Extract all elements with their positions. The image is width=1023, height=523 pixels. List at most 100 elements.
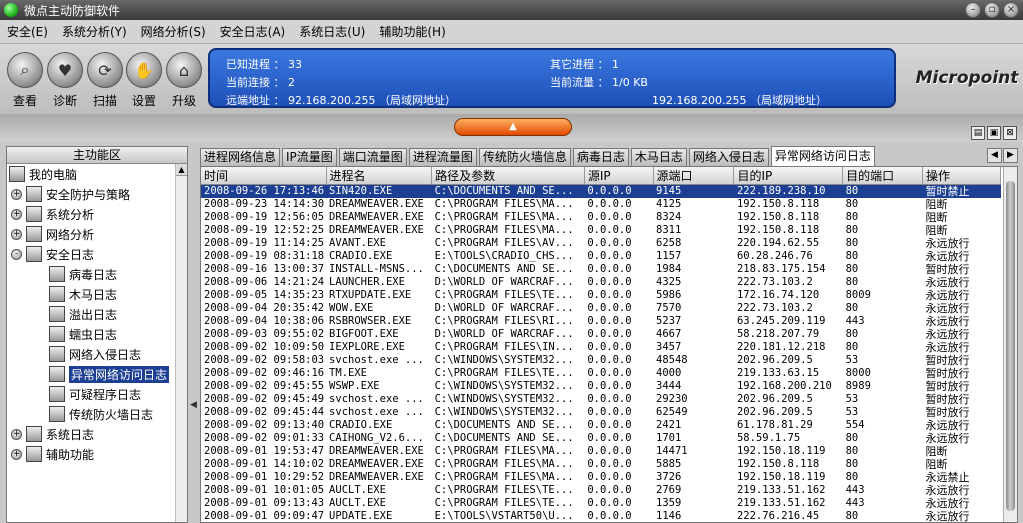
column-header[interactable]: 操作 <box>922 167 1001 185</box>
tab[interactable]: 木马日志 <box>630 148 687 166</box>
table-row[interactable]: 2008-09-01 10:29:52 DREAMWEAVER.EXE C:\PRO… <box>201 471 1001 484</box>
tree-item[interactable]: + 系统日志 <box>11 424 94 444</box>
table-row[interactable]: 2008-09-02 09:58:03 svchost.exe ... C:\WIN… <box>201 354 1001 367</box>
table-row[interactable]: 2008-09-19 08:31:18 CRADIO.EXE E:\TOOLS\CR… <box>201 250 1001 263</box>
table-row[interactable]: 2008-09-19 12:56:05 DREAMWEAVER.EXE C:\PRO… <box>201 211 1001 224</box>
table-row[interactable]: 2008-09-02 09:45:44 svchost.exe ... C:\WIN… <box>201 406 1001 419</box>
column-header[interactable]: 路径及参数 <box>431 167 585 185</box>
settings-button[interactable]: ✋ 设置 <box>125 52 163 109</box>
table-row[interactable]: 2008-09-03 09:55:02 BIGFOOT.EXE D:\WORLD O… <box>201 328 1001 341</box>
table-row[interactable]: 2008-09-04 20:35:42 WOW.EXE D:\WORLD OF WA… <box>201 302 1001 315</box>
table-row[interactable]: 2008-09-05 14:35:23 RTXUPDATE.EXE C:\PROGR… <box>201 289 1001 302</box>
column-header[interactable]: 目的端口 <box>842 167 924 185</box>
table-row[interactable]: 2008-09-01 14:10:02 DREAMWEAVER.EXE C:\PRO… <box>201 458 1001 471</box>
tab[interactable]: 异常网络访问日志 <box>770 146 875 166</box>
column-header[interactable]: 时间 <box>201 167 327 185</box>
column-header[interactable]: 源端口 <box>653 167 735 185</box>
table-row[interactable]: 2008-09-02 09:46:16 TM.EXE C:\PROGRAM FILE… <box>201 367 1001 380</box>
expand-icon[interactable]: + <box>11 228 22 240</box>
collapse-left-icon[interactable]: ◀ <box>190 400 197 410</box>
table-row[interactable]: 2008-09-06 14:21:24 LAUNCHER.EXE D:\WORLD … <box>201 276 1001 289</box>
tab-scroll-left-button[interactable]: ◀ <box>987 148 1002 163</box>
table-row[interactable]: 2008-09-02 09:45:55 WSWP.EXE C:\WINDOWS\SY… <box>201 380 1001 393</box>
tree-item[interactable]: 木马日志 <box>49 284 117 304</box>
table-row[interactable]: 2008-09-01 09:13:43 AUCLT.EXE C:\PROGRAM F… <box>201 497 1001 510</box>
column-header[interactable]: 源IP <box>584 167 654 185</box>
minimize-button[interactable]: – <box>965 2 981 18</box>
upgrade-button[interactable]: ⌂ 升级 <box>165 52 203 109</box>
table-cell: 2008-09-06 14:21:24 <box>204 276 325 288</box>
column-header[interactable]: 目的IP <box>733 167 844 185</box>
table-cell: 80 <box>845 341 859 353</box>
tab[interactable]: 病毒日志 <box>572 148 629 166</box>
table-cell: 2008-09-01 10:01:05 <box>204 484 325 496</box>
menu-network-analysis[interactable]: 网络分析(S) <box>134 23 213 40</box>
left-scrollbar[interactable]: ▲ <box>175 164 187 522</box>
tree-item[interactable]: 我的电脑 <box>9 164 77 184</box>
tree-item[interactable]: - 安全日志 <box>11 244 94 264</box>
table-row[interactable]: 2008-09-01 10:01:05 AUCLT.EXE C:\PROGRAM F… <box>201 484 1001 497</box>
table-cell: 2008-09-04 10:38:06 <box>204 315 325 327</box>
tab[interactable]: 端口流量图 <box>338 148 407 166</box>
tab[interactable]: 传统防火墙信息 <box>478 148 571 166</box>
tree-item[interactable]: + 安全防护与策略 <box>11 184 130 204</box>
menu-security[interactable]: 安全(E) <box>0 23 55 40</box>
tree-item[interactable]: 病毒日志 <box>49 264 117 284</box>
panel-splitter[interactable]: ◀ <box>189 146 199 523</box>
scroll-up-icon[interactable]: ▲ <box>176 164 187 176</box>
view-mode-3-button[interactable]: ⊠ <box>1003 126 1017 140</box>
tab[interactable]: IP流量图 <box>282 148 337 166</box>
tree-item[interactable]: 蠕虫日志 <box>49 324 117 344</box>
view-button[interactable]: ⌕ 查看 <box>6 52 44 109</box>
table-cell: C:\PROGRAM FILES\MA... <box>434 471 574 483</box>
table-scrollbar[interactable] <box>1003 167 1017 522</box>
menu-system-analysis[interactable]: 系统分析(Y) <box>55 23 134 40</box>
view-mode-2-button[interactable]: ▣ <box>987 126 1001 140</box>
table-row[interactable]: 2008-09-19 12:52:25 DREAMWEAVER.EXE C:\PRO… <box>201 224 1001 237</box>
expand-icon[interactable]: + <box>11 208 22 220</box>
table-row[interactable]: 2008-09-26 17:13:46 SIN420.EXE C:\DOCUMENT… <box>201 184 1001 198</box>
close-button[interactable]: × <box>1003 2 1019 18</box>
table-row[interactable]: 2008-09-01 09:09:47 UPDATE.EXE E:\TOOLS\VS… <box>201 510 1001 522</box>
table-row[interactable]: 2008-09-02 10:09:50 IEXPLORE.EXE C:\PROGRA… <box>201 341 1001 354</box>
tree-item[interactable]: + 系统分析 <box>11 204 94 224</box>
table-cell: C:\PROGRAM FILES\MA... <box>434 445 574 457</box>
table-cell: 29230 <box>656 393 688 405</box>
expand-icon[interactable]: + <box>11 428 22 440</box>
tree-item[interactable]: + 辅助功能 <box>11 444 94 464</box>
tab[interactable]: 网络入侵日志 <box>688 148 769 166</box>
table-row[interactable]: 2008-09-02 09:01:33 CAIHONG_V2.6... C:\DOC… <box>201 432 1001 445</box>
tree-item[interactable]: 传统防火墙日志 <box>49 404 153 424</box>
table-row[interactable]: 2008-09-16 13:00:37 INSTALL-MSNS... C:\DOC… <box>201 263 1001 276</box>
hand-icon: ✋ <box>126 52 162 88</box>
tab[interactable]: 进程网络信息 <box>200 148 281 166</box>
table-row[interactable]: 2008-09-02 09:13:40 CRADIO.EXE C:\DOCUMENT… <box>201 419 1001 432</box>
scan-button[interactable]: ⟳ 扫描 <box>86 52 124 109</box>
table-row[interactable]: 2008-09-04 10:38:06 RSBROWSER.EXE C:\PROGR… <box>201 315 1001 328</box>
tab-scroll-right-button[interactable]: ▶ <box>1003 148 1018 163</box>
tree-item[interactable]: 网络入侵日志 <box>49 344 141 364</box>
table-cell: 永远放行 <box>925 289 970 302</box>
tree-item[interactable]: 溢出日志 <box>49 304 117 324</box>
tab[interactable]: 进程流量图 <box>408 148 477 166</box>
diagnose-button[interactable]: ♥ 诊断 <box>46 52 84 109</box>
tree-item[interactable]: + 网络分析 <box>11 224 94 244</box>
table-row[interactable]: 2008-09-02 09:45:49 svchost.exe ... C:\WIN… <box>201 393 1001 406</box>
table-cell: 2008-09-01 10:29:52 <box>204 471 325 483</box>
scroll-thumb[interactable] <box>1006 181 1015 511</box>
table-row[interactable]: 2008-09-23 14:14:30 DREAMWEAVER.EXE C:\PRO… <box>201 198 1001 211</box>
restore-button[interactable]: ▫ <box>984 2 1000 18</box>
tree-item[interactable]: 异常网络访问日志 <box>49 364 170 384</box>
menu-aux-functions[interactable]: 辅助功能(H) <box>372 23 452 40</box>
menu-system-log[interactable]: 系统日志(U) <box>292 23 372 40</box>
view-mode-1-button[interactable]: ▤ <box>971 126 985 140</box>
tree-item[interactable]: 可疑程序日志 <box>49 384 141 404</box>
column-header[interactable]: 进程名 <box>326 167 433 185</box>
menu-security-log[interactable]: 安全日志(A) <box>213 23 293 40</box>
table-row[interactable]: 2008-09-19 11:14:25 AVANT.EXE C:\PROGRAM F… <box>201 237 1001 250</box>
expand-icon[interactable]: + <box>11 188 22 200</box>
collapse-toolbar-button[interactable]: ▲ <box>454 118 572 136</box>
expand-icon[interactable]: + <box>11 448 22 460</box>
table-row[interactable]: 2008-09-01 19:53:47 DREAMWEAVER.EXE C:\PRO… <box>201 445 1001 458</box>
collapse-icon[interactable]: - <box>11 248 22 260</box>
